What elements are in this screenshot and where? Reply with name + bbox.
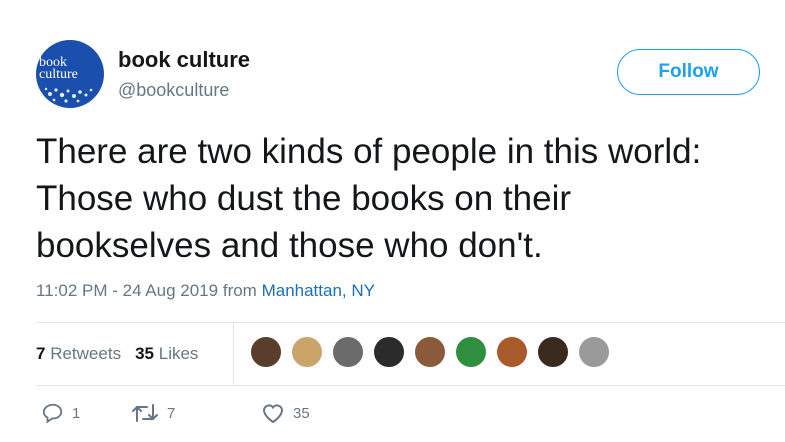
retweets-stat[interactable]: 7 Retweets: [36, 344, 121, 363]
stats-separator: [233, 323, 234, 385]
retweet-button[interactable]: 7: [131, 402, 175, 424]
likes-count: 35: [135, 344, 154, 363]
display-name[interactable]: book culture: [118, 47, 250, 73]
retweets-label: Retweets: [50, 344, 122, 363]
heart-icon: [262, 404, 284, 424]
retweets-count: 7: [36, 344, 46, 363]
tweet-text: There are two kinds of people in this wo…: [36, 128, 776, 269]
user-avatar-7[interactable]: [496, 336, 528, 368]
user-avatar-6[interactable]: [455, 336, 487, 368]
tweet-timestamp[interactable]: 11:02 PM - 24 Aug 2019: [36, 281, 218, 300]
user-avatar-1[interactable]: [250, 336, 282, 368]
tweet-line-3: bookselves and those who don't.: [36, 226, 543, 265]
likes-stat[interactable]: 35 Likes: [135, 344, 198, 363]
likes-label: Likes: [158, 344, 199, 363]
tweet-metadata: 11:02 PM - 24 Aug 2019 from Manhattan, N…: [36, 281, 375, 301]
user-avatar-8[interactable]: [537, 336, 569, 368]
location-link[interactable]: Manhattan, NY: [262, 281, 375, 300]
user-avatar-2[interactable]: [291, 336, 323, 368]
user-handle[interactable]: @bookculture: [118, 80, 229, 101]
user-avatar-3[interactable]: [332, 336, 364, 368]
user-avatar-5[interactable]: [414, 336, 446, 368]
tweet-line-2: Those who dust the books on their: [36, 179, 572, 218]
retweet-icon: [132, 404, 158, 422]
reply-button[interactable]: 1: [42, 402, 80, 424]
follow-button[interactable]: Follow: [617, 49, 760, 95]
profile-avatar[interactable]: book culture: [36, 40, 104, 108]
like-button[interactable]: 35: [261, 402, 310, 424]
user-avatar-4[interactable]: [373, 336, 405, 368]
divider-bottom: [36, 385, 785, 386]
divider-top: [36, 322, 785, 323]
retweet-count: 7: [167, 404, 176, 422]
reply-count: 1: [72, 404, 81, 422]
engagement-stats: 7 Retweets 35 Likes: [36, 344, 198, 364]
from-label: from: [222, 281, 257, 300]
user-avatar-9[interactable]: [578, 336, 610, 368]
like-count: 35: [293, 404, 310, 422]
reply-icon: [42, 403, 63, 424]
tweet-line-1: There are two kinds of people in this wo…: [36, 132, 702, 171]
avatar-logo-text: book culture: [39, 55, 78, 82]
